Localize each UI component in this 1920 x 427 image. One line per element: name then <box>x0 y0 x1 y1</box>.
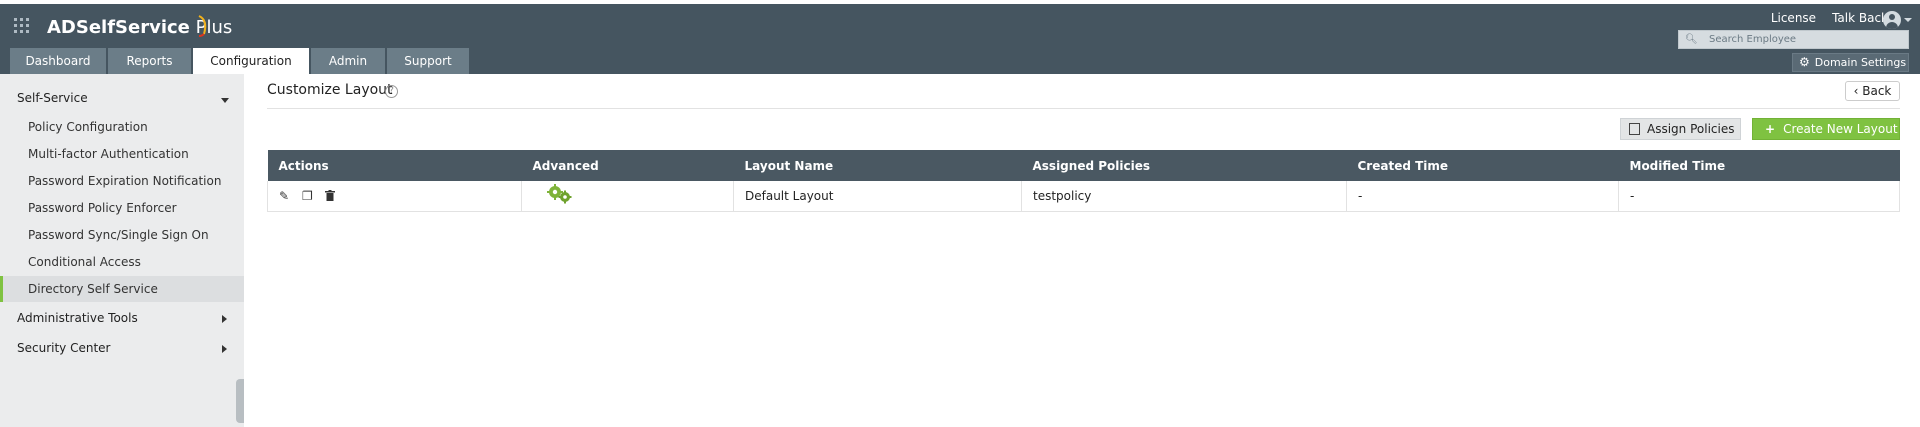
tab-configuration[interactable]: Configuration <box>193 48 309 74</box>
top-links: License Talk Back <box>1755 9 1888 27</box>
row-actions: ✎ ❐ <box>267 181 522 212</box>
sidebar-collapse-handle[interactable] <box>236 379 244 423</box>
domain-settings-button[interactable]: ⚙ Domain Settings <box>1792 53 1909 72</box>
search-employee-input[interactable] <box>1709 32 1904 47</box>
sidebar: Self-Service Policy Configuration Multi-… <box>0 74 244 427</box>
sidebar-item-password-sync[interactable]: Password Sync/Single Sign On <box>0 222 244 248</box>
chevron-down-icon[interactable] <box>1904 18 1912 22</box>
main-tabs: Dashboard Reports Configuration Admin Su… <box>10 48 471 74</box>
row-assigned-policies: testpolicy <box>1021 181 1347 212</box>
row-modified-time: - <box>1618 181 1900 212</box>
talk-back-link[interactable]: Talk Back <box>1832 11 1888 25</box>
copy-icon[interactable]: ❐ <box>302 190 314 202</box>
license-link[interactable]: License <box>1771 11 1816 25</box>
sidebar-section-self-service[interactable]: Self-Service <box>17 91 88 109</box>
user-avatar-icon[interactable] <box>1883 11 1901 29</box>
search-icon[interactable]: 🔍︎ <box>1685 34 1701 46</box>
caret-down-icon[interactable] <box>221 98 229 103</box>
sidebar-item-policy-configuration[interactable]: Policy Configuration <box>0 114 244 140</box>
sidebar-item-conditional-access[interactable]: Conditional Access <box>0 249 244 275</box>
gear-icon: ⚙ <box>1799 55 1810 69</box>
search-employee-box[interactable]: 🔍︎ <box>1678 30 1909 49</box>
tab-admin[interactable]: Admin <box>311 48 385 74</box>
row-advanced <box>521 181 734 212</box>
brand-swoosh-icon <box>198 15 207 37</box>
col-modified-time: Modified Time <box>1618 150 1900 181</box>
layouts-table: Actions Advanced Layout Name Assigned Po… <box>267 150 1900 212</box>
table-row: ✎ ❐ Default Layout testpolicy - - <box>267 181 1900 212</box>
chevron-left-icon: ‹ <box>1853 84 1859 98</box>
app-grid-icon[interactable] <box>14 18 34 36</box>
sidebar-item-password-expiration[interactable]: Password Expiration Notification <box>0 168 244 194</box>
tab-reports[interactable]: Reports <box>108 48 191 74</box>
assign-policy-icon <box>1629 123 1640 135</box>
table-header-row: Actions Advanced Layout Name Assigned Po… <box>267 150 1900 181</box>
assign-policies-button[interactable]: Assign Policies <box>1620 118 1741 140</box>
caret-right-icon[interactable] <box>222 345 227 353</box>
col-created-time: Created Time <box>1346 150 1619 181</box>
create-new-layout-button[interactable]: + Create New Layout <box>1752 118 1900 140</box>
col-actions: Actions <box>267 150 522 181</box>
tab-dashboard[interactable]: Dashboard <box>10 48 106 74</box>
row-layout-name: Default Layout <box>733 181 1022 212</box>
tab-support[interactable]: Support <box>387 48 469 74</box>
col-advanced: Advanced <box>521 150 734 181</box>
sidebar-section-security-center[interactable]: Security Center <box>17 341 110 359</box>
col-layout-name: Layout Name <box>733 150 1022 181</box>
page-title: Customize Layout <box>267 82 393 98</box>
advanced-settings-gears-icon[interactable] <box>547 184 573 207</box>
sidebar-item-directory-self-service[interactable]: Directory Self Service <box>0 276 244 302</box>
sidebar-item-password-policy-enforcer[interactable]: Password Policy Enforcer <box>0 195 244 221</box>
sidebar-section-administrative-tools[interactable]: Administrative Tools <box>17 311 138 329</box>
sidebar-item-mfa[interactable]: Multi-factor Authentication <box>0 141 244 167</box>
row-created-time: - <box>1346 181 1619 212</box>
app-header: ADSelfService Plus License Talk Back 🔍︎ … <box>0 4 1920 74</box>
edit-icon[interactable]: ✎ <box>279 190 291 202</box>
divider <box>267 108 1900 109</box>
caret-right-icon[interactable] <box>222 315 227 323</box>
trash-icon[interactable] <box>325 190 337 202</box>
back-button[interactable]: ‹ Back <box>1845 81 1900 101</box>
help-icon[interactable]: ? <box>385 85 398 98</box>
col-assigned-policies: Assigned Policies <box>1021 150 1347 181</box>
plus-icon: + <box>1765 122 1776 136</box>
